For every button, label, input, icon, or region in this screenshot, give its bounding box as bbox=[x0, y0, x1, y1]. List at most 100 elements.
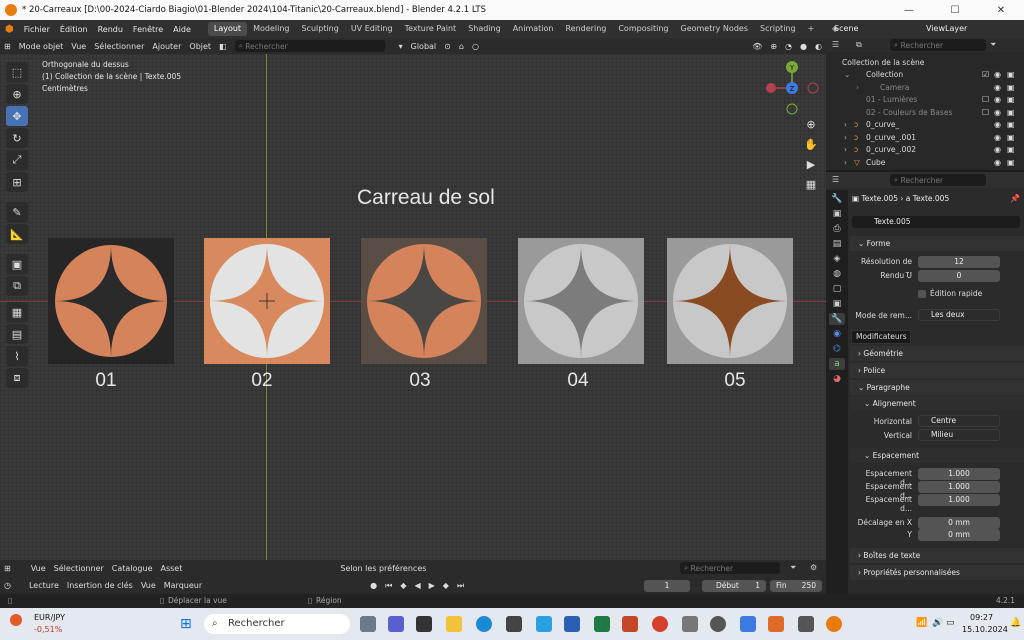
pdf-icon[interactable] bbox=[652, 616, 668, 632]
checkbox-icon[interactable]: ☑ bbox=[982, 70, 989, 79]
outliner-search[interactable]: ⌕ Rechercher bbox=[890, 39, 986, 51]
data-tab-icon[interactable]: a bbox=[829, 358, 845, 370]
blender-taskbar-icon[interactable] bbox=[826, 616, 842, 632]
eye-icon[interactable]: ◉ bbox=[994, 83, 1001, 92]
menu-render[interactable]: Rendu bbox=[93, 25, 128, 34]
zoom-icon[interactable]: ⊕ bbox=[804, 118, 818, 132]
asset-menu-select[interactable]: Sélectionner bbox=[50, 564, 108, 573]
end-frame-field[interactable]: Fin 250 bbox=[770, 580, 822, 592]
material-tab-icon[interactable]: ◕ bbox=[829, 373, 845, 385]
tile-number-04[interactable]: 04 bbox=[515, 370, 641, 392]
clock-time[interactable]: 09:27 bbox=[970, 613, 993, 622]
camera-icon[interactable]: ▣ bbox=[1007, 133, 1015, 142]
constraints-tab-icon[interactable]: ⌬ bbox=[829, 343, 845, 355]
output-tab-icon[interactable]: ⎙ bbox=[829, 223, 845, 235]
select-box-tool[interactable]: ⬚ bbox=[6, 62, 28, 82]
tile-03-preview[interactable] bbox=[361, 238, 487, 364]
tile-04-preview[interactable] bbox=[518, 238, 644, 364]
display-mode-icon[interactable]: ⧉ bbox=[856, 40, 862, 50]
proportional-icon[interactable]: ○ bbox=[468, 42, 483, 51]
eye-icon[interactable]: ◉ bbox=[994, 158, 1001, 167]
clock-date[interactable]: 15.10.2024 bbox=[962, 625, 1008, 634]
shading-solid-icon[interactable]: ● bbox=[796, 42, 811, 51]
tab-animation[interactable]: Animation bbox=[507, 22, 560, 36]
outliner-row[interactable]: › ↄ 0_curve_.001 ◉ ▣ bbox=[826, 131, 1024, 144]
tab-scripting[interactable]: Scripting bbox=[754, 22, 802, 36]
filter-icon[interactable]: ⏷ bbox=[990, 40, 996, 50]
collection-tab-icon[interactable]: ▢ bbox=[829, 283, 845, 295]
camera-icon[interactable]: ▣ bbox=[1007, 158, 1015, 167]
ortho-grid-icon[interactable]: ▦ bbox=[804, 178, 818, 192]
shading-material-icon[interactable]: ◐ bbox=[811, 42, 826, 51]
tab-uv-editing[interactable]: UV Editing bbox=[345, 22, 399, 36]
menu-help[interactable]: Aide bbox=[168, 25, 196, 34]
blender-menu-icon[interactable]: ⬢ bbox=[0, 24, 19, 35]
object-tab-icon[interactable]: ▣ bbox=[829, 298, 845, 310]
pan-hand-icon[interactable]: ✋ bbox=[804, 138, 818, 152]
overlay-icon[interactable]: ◔ bbox=[781, 42, 796, 51]
viewport-search[interactable]: ⌕ Rechercher bbox=[234, 40, 385, 52]
mail-icon[interactable] bbox=[536, 616, 552, 632]
play-reverse-icon[interactable]: ◀ bbox=[410, 581, 424, 590]
camera-view-icon[interactable]: ▶ bbox=[804, 158, 818, 172]
viewlayer-selector[interactable]: ViewLayer bbox=[926, 24, 967, 33]
eye-icon[interactable]: ◉ bbox=[994, 145, 1001, 154]
tile-01-preview[interactable] bbox=[48, 238, 174, 364]
tab-add-workspace[interactable]: + bbox=[802, 22, 821, 36]
tab-layout[interactable]: Layout bbox=[207, 22, 248, 36]
eye-icon[interactable]: ◉ bbox=[994, 133, 1001, 142]
next-key-icon[interactable]: ◆ bbox=[439, 581, 453, 590]
render-tab-icon[interactable]: ▣ bbox=[829, 208, 845, 220]
pivot-icon[interactable]: ⊙ bbox=[440, 42, 455, 51]
asset-search[interactable]: ⌕ Rechercher bbox=[680, 562, 780, 574]
tab-rendering[interactable]: Rendering bbox=[559, 22, 612, 36]
editor-type-icon[interactable]: ☰ bbox=[832, 175, 839, 184]
world-tab-icon[interactable]: ◍ bbox=[829, 268, 845, 280]
store-icon[interactable] bbox=[506, 616, 522, 632]
timeline-view-menu[interactable]: Vue bbox=[137, 581, 160, 590]
word-icon[interactable] bbox=[564, 616, 580, 632]
taskbar-search[interactable]: ⌕ Rechercher bbox=[204, 614, 350, 634]
asset-menu-view[interactable]: Vue bbox=[27, 564, 50, 573]
menu-window[interactable]: Fenêtre bbox=[128, 25, 168, 34]
datablock-name-field[interactable]: Texte.005 bbox=[852, 216, 1020, 228]
fast-edit-checkbox[interactable] bbox=[918, 290, 926, 298]
camera-icon[interactable]: ▣ bbox=[1007, 145, 1015, 154]
section-paragraphe[interactable]: ⌄ Paragraphe bbox=[850, 380, 1024, 395]
tile-number-05[interactable]: 05 bbox=[672, 370, 798, 392]
add-object-tool[interactable]: ⧉ bbox=[6, 276, 28, 296]
start-frame-field[interactable]: Début 1 bbox=[702, 580, 766, 592]
app-icon[interactable] bbox=[740, 616, 756, 632]
windows-start-icon[interactable]: ⊞ bbox=[180, 616, 192, 632]
camera-icon[interactable]: ▣ bbox=[1007, 83, 1015, 92]
current-frame-field[interactable]: 1 bbox=[644, 580, 690, 592]
section-espacement[interactable]: ⌄ Espacement bbox=[850, 448, 1024, 463]
spacing2-field[interactable]: 1.000 bbox=[918, 481, 1000, 493]
menu-file[interactable]: Fichier bbox=[19, 25, 55, 34]
minimize-button[interactable]: — bbox=[886, 0, 932, 20]
menu-edit[interactable]: Édition bbox=[55, 25, 93, 34]
library-dropdown[interactable]: Selon les préférences bbox=[336, 564, 430, 573]
jump-end-icon[interactable]: ⏭ bbox=[453, 581, 468, 591]
tab-sculpting[interactable]: Sculpting bbox=[295, 22, 344, 36]
tab-compositing[interactable]: Compositing bbox=[612, 22, 674, 36]
outliner-row[interactable]: › ▽ Cube ◉ ▣ bbox=[826, 156, 1024, 169]
outliner-row[interactable]: › ↄ 0_curve_ ◉ ▣ bbox=[826, 119, 1024, 132]
app-icon[interactable] bbox=[768, 616, 784, 632]
transform-tool[interactable]: ⊞ bbox=[6, 172, 28, 192]
camera-icon[interactable]: ▣ bbox=[1007, 70, 1015, 79]
editor-type-icon[interactable]: ⊞ bbox=[0, 564, 15, 573]
camera-icon[interactable]: ▣ bbox=[1007, 120, 1015, 129]
outliner-row[interactable]: Collection de la scène bbox=[826, 56, 1024, 69]
calculator-icon[interactable] bbox=[416, 616, 432, 632]
edge-icon[interactable] bbox=[476, 616, 492, 632]
snap-icon[interactable]: ⌂ bbox=[455, 42, 468, 51]
fill-mode-dropdown[interactable]: Les deux bbox=[918, 309, 1000, 321]
eye-icon[interactable]: ◉ bbox=[994, 70, 1001, 79]
section-custom-properties[interactable]: › Propriétés personnalisées bbox=[850, 565, 1024, 580]
tab-modeling[interactable]: Modeling bbox=[247, 22, 295, 36]
tab-shading[interactable]: Shading bbox=[462, 22, 507, 36]
menu-view[interactable]: Vue bbox=[67, 42, 90, 51]
menu-add[interactable]: Ajouter bbox=[148, 42, 185, 51]
wifi-icon[interactable]: 📶 bbox=[916, 618, 927, 628]
